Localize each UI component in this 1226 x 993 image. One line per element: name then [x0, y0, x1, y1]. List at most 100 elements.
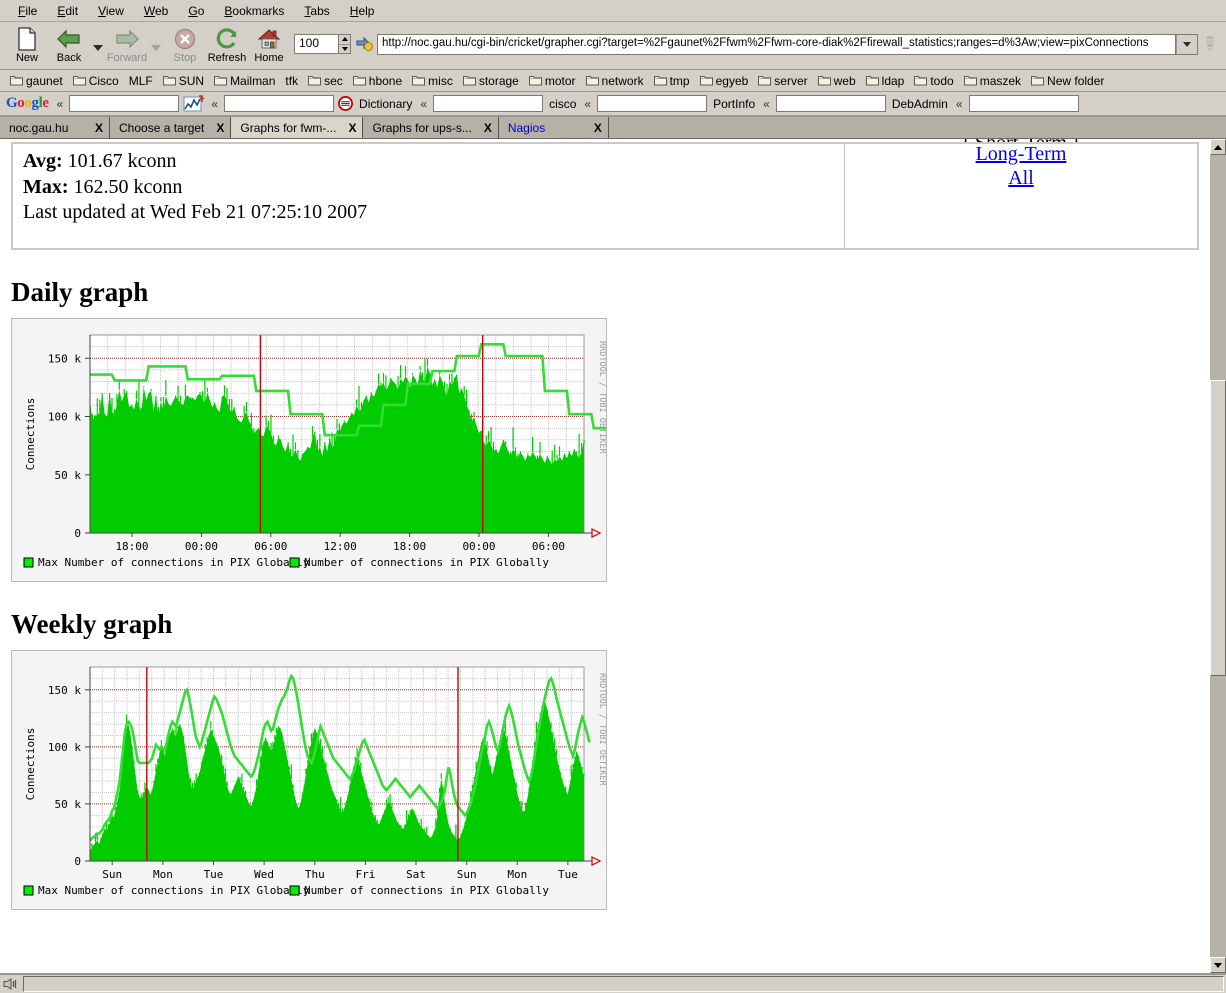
bookmark-misc[interactable]: misc [407, 74, 458, 88]
bookmark-storage[interactable]: storage [458, 74, 524, 88]
menu-file[interactable]: FFileile [8, 2, 47, 20]
tab-4[interactable]: Nagios X [498, 117, 609, 138]
forward-button[interactable]: Forward [106, 24, 148, 68]
bookmark-network[interactable]: network [581, 74, 649, 88]
bookmark-ldap[interactable]: ldap [861, 74, 910, 88]
folder-icon [817, 76, 831, 86]
bookmark-label: storage [478, 73, 519, 88]
tab-close-icon[interactable]: X [484, 121, 492, 135]
bookmark-mailman[interactable]: Mailman [209, 74, 280, 88]
range-all-link[interactable]: All [855, 166, 1187, 190]
address-bar[interactable]: http://noc.gau.hu/cgi-bin/cricket/graphe… [377, 34, 1198, 55]
menu-go[interactable]: Go [178, 2, 214, 20]
back-history-dropdown[interactable] [90, 24, 106, 68]
url-input[interactable]: http://noc.gau.hu/cgi-bin/cricket/graphe… [377, 34, 1176, 55]
bookmark-cisco[interactable]: Cisco [68, 74, 124, 88]
menu-edit[interactable]: Edit [47, 2, 88, 20]
weekly-graph-container[interactable]: 0 50 k 100 k 150 k Sun Mon Tue Wed Thu Fri Sat Sun M… [11, 649, 607, 910]
url-dropdown-button[interactable] [1176, 34, 1198, 55]
svg-text:Mon: Mon [507, 868, 527, 881]
bookmark-gaunet[interactable]: gaunet [5, 74, 68, 88]
scrollbar-track[interactable] [1210, 155, 1226, 957]
bookmark-label: MLF [128, 73, 153, 88]
debadmin-collapse-chevron[interactable]: « [954, 97, 965, 111]
daily-graph-container[interactable]: 0 50 k 100 k 150 k 18:00 00:00 06:00 12:00 18:00… [11, 317, 607, 582]
zoom-stepper[interactable]: 100 [294, 34, 351, 54]
debadmin-search-input[interactable] [968, 95, 1079, 112]
bookmark-label: sec [324, 73, 343, 88]
tab-3[interactable]: Graphs for ups-s... X [363, 117, 499, 138]
menu-view[interactable]: View [88, 2, 134, 20]
bookmark-web[interactable]: web [813, 74, 861, 88]
debadmin-label[interactable]: DebAdmin [890, 97, 950, 111]
new-label: New [15, 52, 38, 64]
menu-bookmarks[interactable]: Bookmarks [214, 2, 294, 20]
scroll-down-button[interactable] [1210, 957, 1226, 973]
zoom-value[interactable]: 100 [294, 34, 338, 54]
cisco-search-input[interactable] [597, 95, 708, 112]
svg-text:Wed: Wed [254, 868, 274, 881]
scroll-up-button[interactable] [1210, 139, 1226, 155]
home-button[interactable]: Home [248, 24, 290, 68]
bookmark-tfk[interactable]: tfk [280, 74, 303, 88]
bookmark-new-folder[interactable]: New folder [1026, 74, 1109, 88]
chart-search-input[interactable] [224, 95, 335, 112]
portinfo-collapse-chevron[interactable]: « [761, 97, 772, 111]
zoom-spinner[interactable] [338, 34, 351, 54]
forward-history-dropdown[interactable] [148, 24, 164, 68]
tab-close-icon[interactable]: X [348, 121, 356, 135]
dictionary-collapse-chevron[interactable]: « [418, 97, 429, 111]
tab-0[interactable]: noc.gau.hu X [0, 117, 110, 138]
bookmark-tmp[interactable]: tmp [649, 74, 695, 88]
menu-help[interactable]: Help [340, 2, 385, 20]
avg-value: 101.67 kconn [67, 150, 177, 172]
dictionary-search-input[interactable] [433, 95, 544, 112]
bookmark-motor[interactable]: motor [524, 74, 581, 88]
bookmark-label: egyeb [715, 73, 749, 88]
bookmark-egyeb[interactable]: egyeb [695, 74, 754, 88]
svg-text:Sat: Sat [406, 868, 426, 881]
dictionary-icon[interactable] [338, 96, 354, 111]
bookmark-maszek[interactable]: maszek [959, 74, 1026, 88]
svg-text:Mon: Mon [153, 868, 173, 881]
tab-close-icon[interactable]: X [95, 121, 103, 135]
svg-text:0: 0 [74, 527, 81, 540]
tab-2[interactable]: Graphs for fwm-... X [231, 117, 364, 138]
refresh-button[interactable]: Refresh [206, 24, 248, 68]
page-scrollbar[interactable] [1209, 139, 1226, 973]
bookmark-sec[interactable]: sec [303, 74, 348, 88]
speaker-icon[interactable] [2, 977, 20, 991]
cisco-label[interactable]: cisco [547, 97, 578, 111]
max-row: Max: 162.50 kconn [23, 175, 834, 201]
dictionary-label[interactable]: Dictionary [357, 97, 414, 111]
go-button[interactable] [356, 36, 374, 55]
chart-collapse-chevron[interactable]: « [209, 97, 220, 111]
google-collapse-chevron[interactable]: « [55, 97, 66, 111]
stop-button[interactable]: Stop [164, 24, 206, 68]
tab-close-icon[interactable]: X [594, 121, 602, 135]
back-button[interactable]: Back [48, 24, 90, 68]
bookmark-mlf[interactable]: MLF [124, 74, 158, 88]
range-long-term-link[interactable]: Long-Term [855, 142, 1187, 166]
bookmark-hbone[interactable]: hbone [348, 74, 407, 88]
portinfo-search-input[interactable] [775, 95, 886, 112]
portinfo-label[interactable]: PortInfo [711, 97, 757, 111]
menu-tabs[interactable]: Tabs [294, 2, 339, 20]
folder-icon [352, 76, 366, 86]
bookmark-server[interactable]: server [753, 74, 812, 88]
zoom-decrease-button[interactable] [339, 45, 350, 54]
bookmark-label: maszek [979, 73, 1022, 88]
new-window-button[interactable]: New [6, 24, 48, 68]
tab-close-icon[interactable]: X [216, 121, 224, 135]
chart-search-icon[interactable] [183, 94, 205, 113]
rrdtool-watermark: RRDTOOL / TOBI OETIKER [597, 341, 606, 454]
bookmark-todo[interactable]: todo [909, 74, 958, 88]
scrollbar-thumb[interactable] [1210, 379, 1226, 677]
bookmark-sun[interactable]: SUN [158, 74, 209, 88]
menu-web[interactable]: Web [134, 2, 178, 20]
bookmark-label: web [833, 73, 856, 88]
cisco-collapse-chevron[interactable]: « [582, 97, 593, 111]
zoom-increase-button[interactable] [339, 35, 350, 45]
google-search-input[interactable] [69, 95, 180, 112]
tab-1[interactable]: Choose a target X [110, 117, 232, 138]
